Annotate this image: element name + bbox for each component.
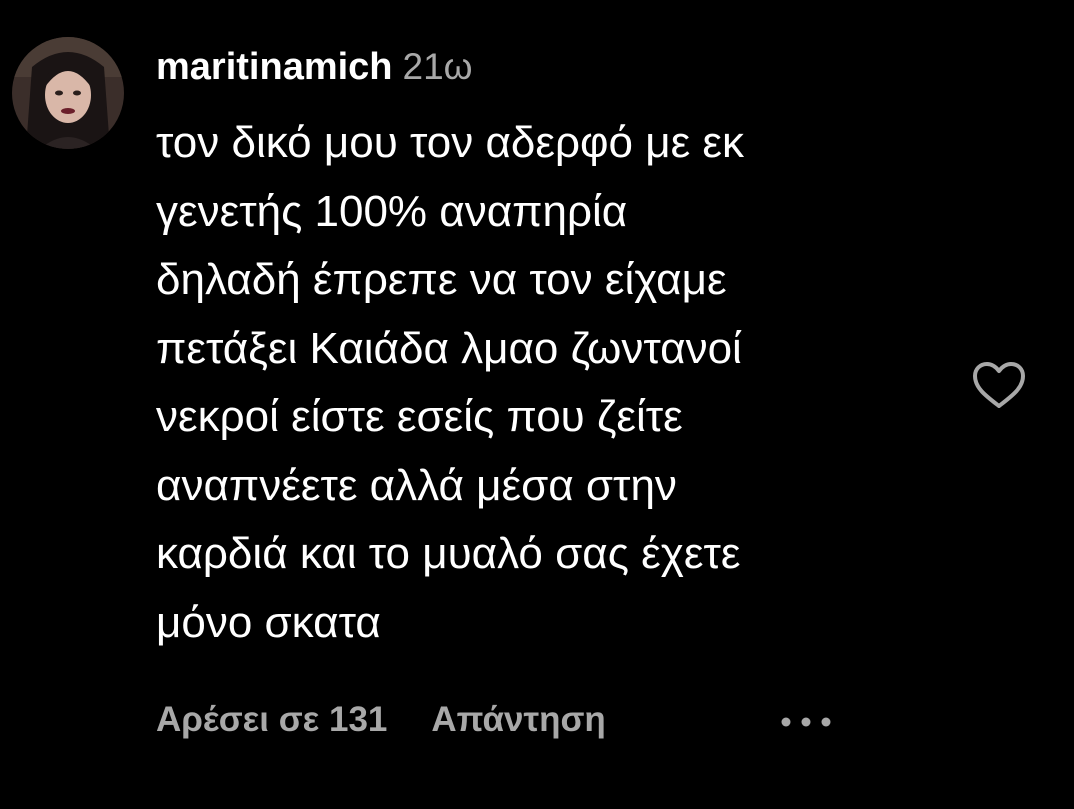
likes-count[interactable]: Αρέσει σε 131 xyxy=(156,700,387,739)
avatar[interactable] xyxy=(12,37,124,149)
more-options-icon[interactable] xyxy=(776,702,836,742)
timestamp: 21ω xyxy=(402,46,473,87)
comment-text: τον δικό μου τον αδερφό με εκ γενετής 10… xyxy=(156,118,745,647)
comment: maritinamich 21ω τον δικό μου τον αδερφό … xyxy=(0,0,1074,809)
heart-outline-icon[interactable] xyxy=(972,361,1026,411)
comment-actions: Αρέσει σε 131 Απάντηση xyxy=(156,700,606,746)
reply-button[interactable]: Απάντηση xyxy=(431,700,605,739)
username[interactable]: maritinamich xyxy=(156,46,393,88)
comment-header: maritinamich 21ω xyxy=(156,46,473,96)
